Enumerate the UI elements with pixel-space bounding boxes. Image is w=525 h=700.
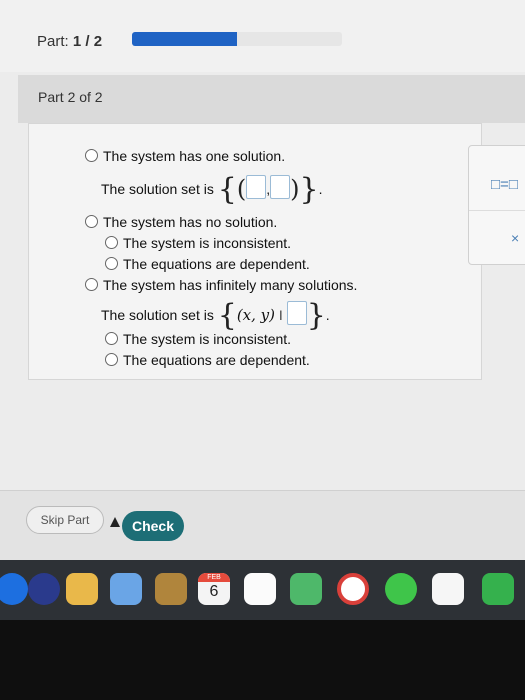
messages-icon[interactable] — [385, 573, 417, 605]
question-panel: The system has one solution. The solutio… — [28, 123, 482, 380]
left-brace: { — [217, 172, 237, 207]
left-paren: ( — [236, 175, 247, 203]
right-brace: } — [299, 172, 319, 207]
reminders-icon[interactable] — [244, 573, 276, 605]
launchpad-icon[interactable] — [28, 573, 60, 605]
photos-icon[interactable] — [432, 573, 464, 605]
sub-option-dependent-label: The equations are dependent. — [123, 256, 310, 272]
radio-infinite-solutions[interactable] — [85, 278, 98, 291]
maps-icon[interactable] — [290, 573, 322, 605]
section-title: Part 2 of 2 — [38, 89, 103, 105]
calendar-month: FEB — [198, 573, 230, 582]
sub-option-inconsistent-2[interactable]: The system is inconsistent. — [105, 331, 291, 347]
progress-bar — [132, 32, 342, 46]
calendar-icon[interactable]: FEB 6 — [198, 573, 230, 605]
progress-fill — [132, 32, 237, 46]
period: . — [318, 181, 323, 197]
sub-option-dependent[interactable]: The equations are dependent. — [105, 256, 310, 272]
top-bar: Part: 1 / 2 — [0, 0, 525, 72]
contacts-icon[interactable] — [155, 573, 187, 605]
part-progress-text: 1 / 2 — [72, 33, 103, 50]
part-label: Part: — [37, 33, 69, 50]
solution-set-label: The solution set is — [101, 181, 214, 197]
option-infinite-solutions[interactable]: The system has infinitely many solutions… — [85, 277, 357, 293]
sub-option-inconsistent[interactable]: The system is inconsistent. — [105, 235, 291, 251]
solution-set-row: The solution set is {(,)}. — [101, 172, 322, 207]
y-value-input[interactable] — [270, 175, 291, 199]
option-no-solution-label: The system has no solution. — [103, 214, 278, 230]
x-value-input[interactable] — [246, 175, 267, 199]
radio-inconsistent-2[interactable] — [105, 332, 118, 345]
section-header: Part 2 of 2 — [18, 75, 525, 123]
app-screen: Part: 1 / 2 Part 2 of 2 The system has o… — [0, 0, 525, 561]
right-brace-2: } — [306, 298, 326, 333]
solution-set-row-2: The solution set is {(x, y) I }. — [101, 298, 330, 333]
mail-icon[interactable] — [110, 573, 142, 605]
sub-option-inconsistent-2-label: The system is inconsistent. — [123, 331, 292, 347]
chrome-icon[interactable] — [337, 573, 369, 605]
screen-bezel — [0, 620, 525, 700]
equation-input[interactable] — [286, 301, 307, 325]
period-2: . — [325, 307, 330, 323]
sub-option-dependent-2[interactable]: The equations are dependent. — [105, 352, 310, 368]
check-button[interactable]: Check — [122, 511, 184, 541]
left-brace-2: { — [217, 298, 237, 333]
launchpad-grid-icon[interactable] — [66, 573, 98, 605]
option-no-solution[interactable]: The system has no solution. — [85, 214, 277, 230]
sub-option-inconsistent-label: The system is inconsistent. — [123, 235, 292, 251]
option-one-solution[interactable]: The system has one solution. — [85, 148, 285, 164]
radio-dependent[interactable] — [105, 257, 118, 270]
facetime-icon[interactable] — [482, 573, 514, 605]
option-infinite-solutions-label: The system has infinitely many solutions… — [103, 277, 358, 293]
mouse-cursor-icon — [110, 517, 120, 527]
radio-one-solution[interactable] — [85, 149, 98, 162]
set-builder-bar: I — [278, 307, 283, 323]
sub-option-dependent-2-label: The equations are dependent. — [123, 352, 310, 368]
math-palette: □=□ × — [468, 145, 525, 265]
palette-divider — [469, 210, 525, 211]
part-indicator: Part: 1 / 2 — [37, 33, 102, 50]
set-builder-vars: (x, y) — [236, 306, 276, 324]
option-one-solution-label: The system has one solution. — [103, 148, 286, 164]
radio-no-solution[interactable] — [85, 215, 98, 228]
equals-template-button[interactable]: □=□ — [491, 176, 518, 193]
clear-button[interactable]: × — [511, 230, 519, 246]
solution-set-label-2: The solution set is — [101, 307, 214, 323]
radio-inconsistent[interactable] — [105, 236, 118, 249]
radio-dependent-2[interactable] — [105, 353, 118, 366]
calendar-day: 6 — [209, 583, 219, 600]
skip-part-button[interactable]: Skip Part — [26, 506, 104, 534]
